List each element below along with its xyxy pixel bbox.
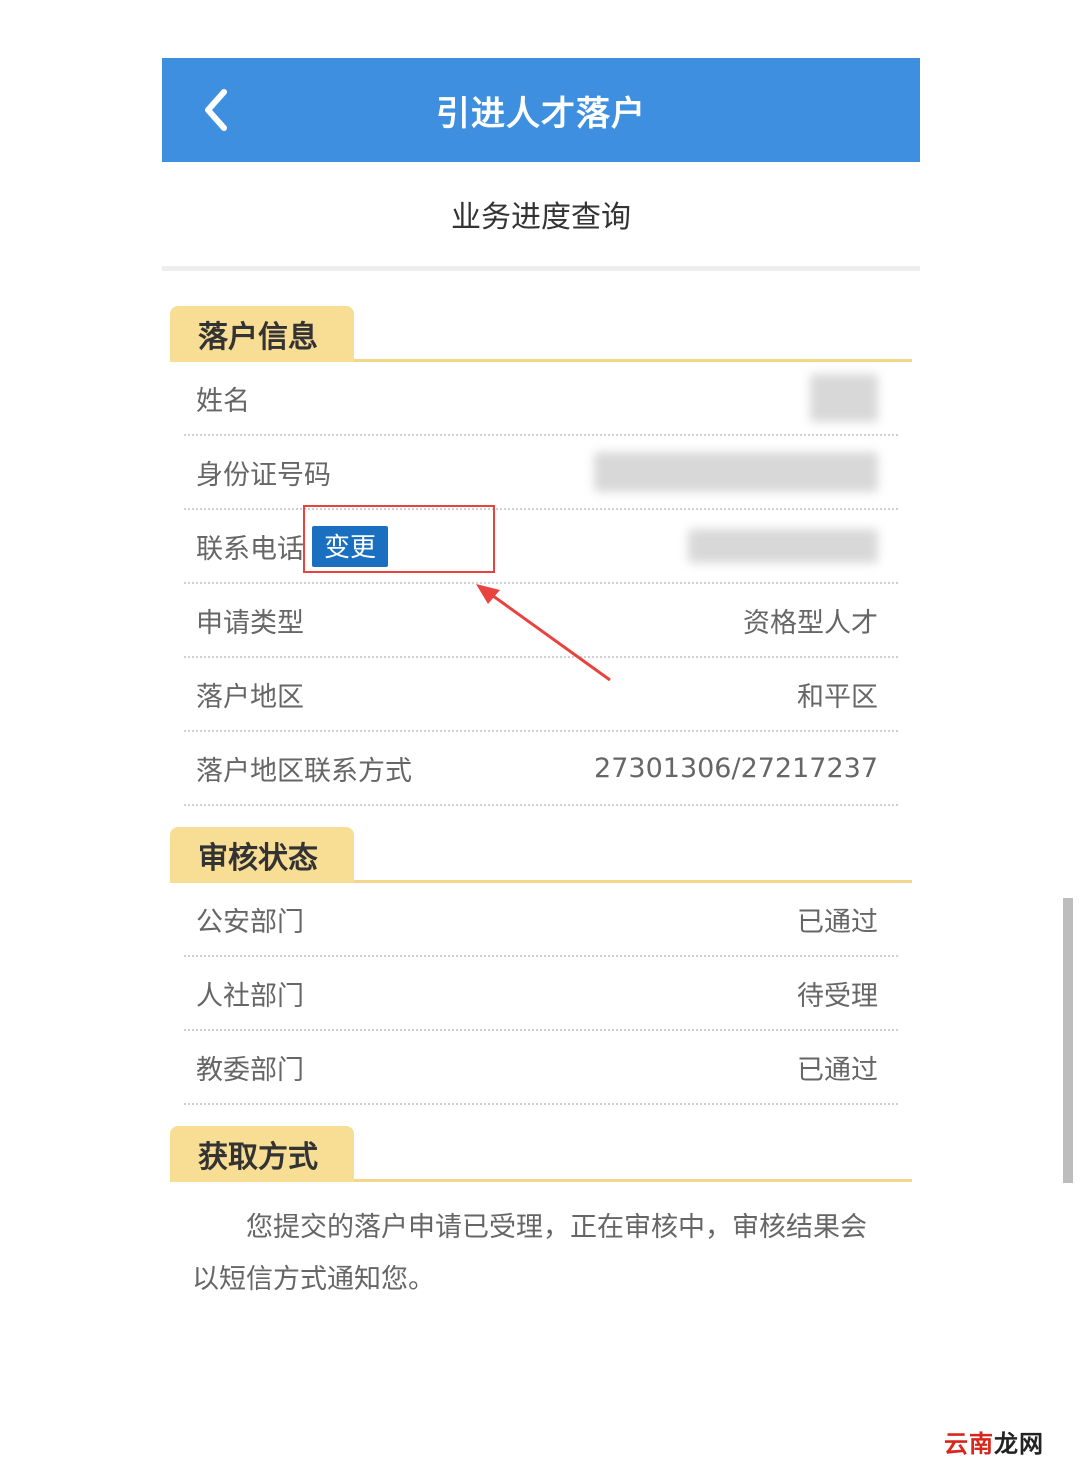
- name-value-redacted: [810, 374, 878, 422]
- chevron-left-icon: [205, 89, 227, 131]
- id-value-redacted: [594, 452, 878, 492]
- row-label: 人社部门: [196, 980, 304, 1012]
- review-status-rows: 公安部门 已通过 人社部门 待受理 教委部门 已通过: [184, 883, 898, 1105]
- row-value: 27301306/27217237: [594, 752, 878, 784]
- row-label: 姓名: [196, 385, 250, 417]
- row-id-number: 身份证号码: [184, 436, 898, 510]
- row-label: 落户地区: [196, 681, 304, 713]
- row-value: 资格型人才: [743, 607, 878, 639]
- watermark-part1: 云南: [944, 1430, 994, 1458]
- row-police-dept: 公安部门 已通过: [184, 883, 898, 957]
- header-title: 引进人才落户: [436, 93, 646, 134]
- row-name: 姓名: [184, 362, 898, 436]
- status-value: 已通过: [797, 1054, 878, 1086]
- row-label: 公安部门: [196, 906, 304, 938]
- watermark-logo: 云南龙网: [944, 1424, 1044, 1459]
- row-label: 申请类型: [196, 607, 304, 639]
- status-value: 待受理: [797, 980, 878, 1012]
- row-label: 落户地区联系方式: [196, 755, 412, 787]
- row-hr-dept: 人社部门 待受理: [184, 957, 898, 1031]
- status-value: 已通过: [797, 906, 878, 938]
- back-button[interactable]: [196, 84, 236, 136]
- row-region-contact: 落户地区联系方式 27301306/27217237: [184, 732, 898, 806]
- section-obtain-method: 获取方式 您提交的落户申请已受理，正在审核中，审核结果会以短信方式通知您。: [170, 1123, 912, 1306]
- page-subtitle: 业务进度查询: [162, 162, 920, 271]
- row-label: 教委部门: [196, 1054, 304, 1086]
- section-header: 审核状态: [170, 824, 912, 883]
- section-review-status: 审核状态 公安部门 已通过 人社部门 待受理 教委部门 已通过: [170, 824, 912, 1105]
- row-phone: 联系电话 变更: [184, 510, 898, 584]
- section-title: 落户信息: [170, 306, 354, 362]
- scrollbar[interactable]: [1063, 898, 1073, 1183]
- section-settle-info: 落户信息 姓名 身份证号码 联系电话 变更 申请类型 资格型人才 落户地区 和平…: [170, 303, 912, 806]
- row-value: 和平区: [797, 681, 878, 713]
- row-education-dept: 教委部门 已通过: [184, 1031, 898, 1105]
- section-title: 获取方式: [170, 1126, 354, 1182]
- annotation-arrow-icon: [476, 584, 611, 682]
- annotation-highlight-box: [303, 505, 495, 573]
- row-label: 身份证号码: [196, 459, 331, 491]
- section-header: 落户信息: [170, 303, 912, 362]
- phone-value-redacted: [688, 529, 878, 563]
- section-header: 获取方式: [170, 1123, 912, 1182]
- notice-text: 您提交的落户申请已受理，正在审核中，审核结果会以短信方式通知您。: [192, 1212, 867, 1295]
- app-header: 引进人才落户: [162, 58, 920, 162]
- section-title: 审核状态: [170, 827, 354, 883]
- row-label: 联系电话: [196, 533, 304, 565]
- watermark-part2: 龙网: [994, 1430, 1044, 1458]
